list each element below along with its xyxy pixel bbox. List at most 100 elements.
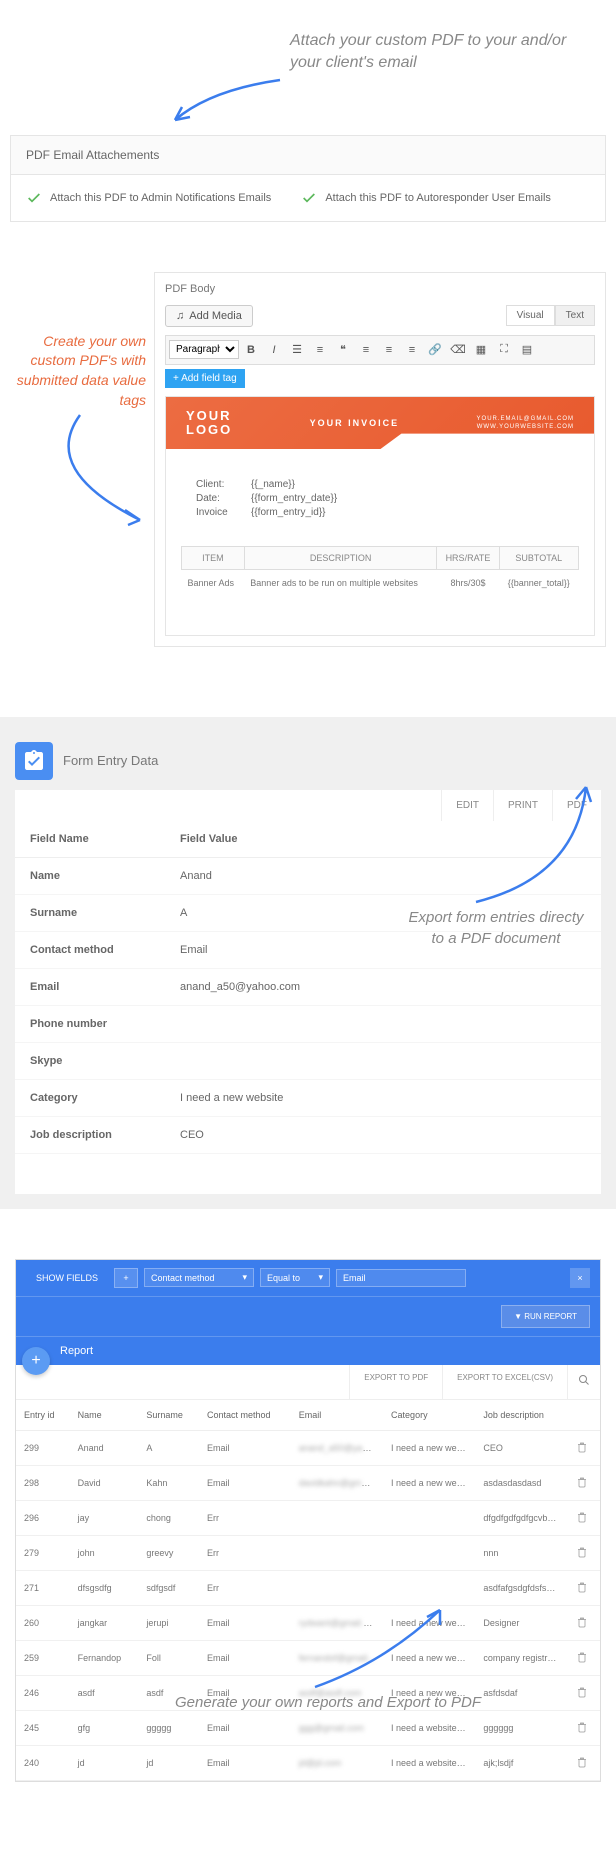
delete-row-button[interactable] bbox=[568, 1675, 600, 1710]
number-list-button[interactable]: ≡ bbox=[309, 339, 331, 361]
cell-job: nnn bbox=[475, 1535, 567, 1570]
field-value: anand_a50@yahoo.com bbox=[165, 968, 601, 1005]
cell-name: jd bbox=[70, 1745, 139, 1780]
export-excel-button[interactable]: EXPORT TO EXCEL(CSV) bbox=[442, 1365, 567, 1399]
cell-contact: Email bbox=[199, 1710, 291, 1745]
delete-row-button[interactable] bbox=[568, 1535, 600, 1570]
delete-row-button[interactable] bbox=[568, 1430, 600, 1465]
unlink-button[interactable]: ⌫ bbox=[447, 339, 469, 361]
align-right-button[interactable]: ≡ bbox=[401, 339, 423, 361]
editor-panel: PDF Body ♫ Add Media Visual Text Paragra… bbox=[154, 272, 606, 647]
cell-email: jd@jd.com bbox=[291, 1745, 383, 1780]
invoice-table: ITEM DESCRIPTION HRS/RATE SUBTOTAL Banne… bbox=[181, 546, 579, 596]
delete-row-button[interactable] bbox=[568, 1710, 600, 1745]
option-label: Attach this PDF to Admin Notifications E… bbox=[50, 192, 271, 204]
cell-name: jay bbox=[70, 1500, 139, 1535]
toggle-button[interactable]: ▤ bbox=[516, 339, 538, 361]
cell-name: jangkar bbox=[70, 1605, 139, 1640]
entry-row: Phone number bbox=[15, 1005, 601, 1042]
report-table: Entry idNameSurnameContact methodEmailCa… bbox=[16, 1400, 600, 1781]
cell-id: 271 bbox=[16, 1570, 70, 1605]
th-field-name: Field Name bbox=[15, 821, 165, 858]
add-field-button[interactable]: + bbox=[114, 1268, 138, 1288]
cell-contact: Email bbox=[199, 1430, 291, 1465]
field-name: Category bbox=[15, 1079, 165, 1116]
cell-id: 259 bbox=[16, 1640, 70, 1675]
cell-job: Designer bbox=[475, 1605, 567, 1640]
chevron-down-icon: ▾ bbox=[242, 1272, 247, 1283]
cell-contact: Email bbox=[199, 1605, 291, 1640]
cell-name: dfsgsdfg bbox=[70, 1570, 139, 1605]
cell-surname: chong bbox=[138, 1500, 199, 1535]
report-column-header[interactable] bbox=[568, 1400, 600, 1431]
delete-row-button[interactable] bbox=[568, 1500, 600, 1535]
add-media-button[interactable]: ♫ Add Media bbox=[165, 305, 253, 327]
more-button[interactable]: ▦ bbox=[470, 339, 492, 361]
option-autoresponder-emails[interactable]: Attach this PDF to Autoresponder User Em… bbox=[301, 190, 551, 206]
show-fields-label: SHOW FIELDS bbox=[26, 1269, 108, 1287]
run-report-button[interactable]: ▼ RUN REPORT bbox=[501, 1305, 590, 1328]
option-admin-emails[interactable]: Attach this PDF to Admin Notifications E… bbox=[26, 190, 271, 206]
filter-operator-select[interactable]: Equal to▾ bbox=[260, 1268, 330, 1287]
cell-contact: Email bbox=[199, 1465, 291, 1500]
check-icon bbox=[301, 190, 317, 206]
delete-row-button[interactable] bbox=[568, 1570, 600, 1605]
cell-email: asdf@asdf.com bbox=[291, 1675, 383, 1710]
cell-email bbox=[291, 1500, 383, 1535]
cell-job: ajk;lsdjf bbox=[475, 1745, 567, 1780]
cell-category: I need a website r... bbox=[383, 1745, 475, 1780]
report-column-header[interactable]: Surname bbox=[138, 1400, 199, 1431]
pdf-attachments-section: Attach your custom PDF to your and/or yo… bbox=[0, 0, 616, 262]
add-report-button[interactable]: + bbox=[22, 1347, 50, 1375]
delete-row-button[interactable] bbox=[568, 1605, 600, 1640]
search-button[interactable] bbox=[567, 1365, 600, 1399]
report-row: 245gfggggggEmailggg@gmail.comI need a we… bbox=[16, 1710, 600, 1745]
editor-toolbar: Paragraph B I ☰ ≡ ❝ ≡ ≡ ≡ 🔗 ⌫ ▦ ⛶ ▤ bbox=[165, 335, 595, 365]
align-left-button[interactable]: ≡ bbox=[355, 339, 377, 361]
report-column-header[interactable]: Name bbox=[70, 1400, 139, 1431]
report-column-header[interactable]: Contact method bbox=[199, 1400, 291, 1431]
cell-id: 246 bbox=[16, 1675, 70, 1710]
delete-row-button[interactable] bbox=[568, 1745, 600, 1780]
report-column-header[interactable]: Category bbox=[383, 1400, 475, 1431]
arrow-icon bbox=[436, 777, 596, 907]
quote-button[interactable]: ❝ bbox=[332, 339, 354, 361]
tab-visual[interactable]: Visual bbox=[506, 305, 555, 326]
cell-id: 279 bbox=[16, 1535, 70, 1570]
report-column-header[interactable]: Email bbox=[291, 1400, 383, 1431]
delete-row-button[interactable] bbox=[568, 1640, 600, 1675]
cell-id: 240 bbox=[16, 1745, 70, 1780]
form-entry-section: Form Entry Data EDIT PRINT PDF Field Nam… bbox=[0, 717, 616, 1209]
align-center-button[interactable]: ≡ bbox=[378, 339, 400, 361]
report-column-header[interactable]: Entry id bbox=[16, 1400, 70, 1431]
cell-email: fernandof@gmail... bbox=[291, 1640, 383, 1675]
cell-name: David bbox=[70, 1465, 139, 1500]
format-select[interactable]: Paragraph bbox=[169, 340, 239, 359]
italic-button[interactable]: I bbox=[263, 339, 285, 361]
cell-id: 245 bbox=[16, 1710, 70, 1745]
bullet-list-button[interactable]: ☰ bbox=[286, 339, 308, 361]
chevron-down-icon: ▾ bbox=[318, 1272, 323, 1283]
cell-contact: Email bbox=[199, 1640, 291, 1675]
cell-id: 298 bbox=[16, 1465, 70, 1500]
tab-text[interactable]: Text bbox=[555, 305, 595, 326]
field-name: Phone number bbox=[15, 1005, 165, 1042]
trash-icon bbox=[576, 1581, 588, 1593]
link-button[interactable]: 🔗 bbox=[424, 339, 446, 361]
report-column-header[interactable]: Job description bbox=[475, 1400, 567, 1431]
export-pdf-button[interactable]: EXPORT TO PDF bbox=[349, 1365, 442, 1399]
cell-contact: Err bbox=[199, 1500, 291, 1535]
field-name: Email bbox=[15, 968, 165, 1005]
bold-button[interactable]: B bbox=[240, 339, 262, 361]
remove-filter-button[interactable]: × bbox=[570, 1268, 590, 1288]
clipboard-check-icon bbox=[15, 742, 53, 780]
fullscreen-button[interactable]: ⛶ bbox=[493, 339, 515, 361]
filter-value-input[interactable]: Email bbox=[336, 1269, 466, 1287]
search-icon bbox=[578, 1374, 590, 1386]
cell-surname: jd bbox=[138, 1745, 199, 1780]
cell-category: I need a new websi... bbox=[383, 1605, 475, 1640]
add-field-tag-button[interactable]: + Add field tag bbox=[165, 369, 245, 388]
arrow-icon bbox=[160, 75, 440, 130]
filter-field-select[interactable]: Contact method▾ bbox=[144, 1268, 254, 1287]
delete-row-button[interactable] bbox=[568, 1465, 600, 1500]
